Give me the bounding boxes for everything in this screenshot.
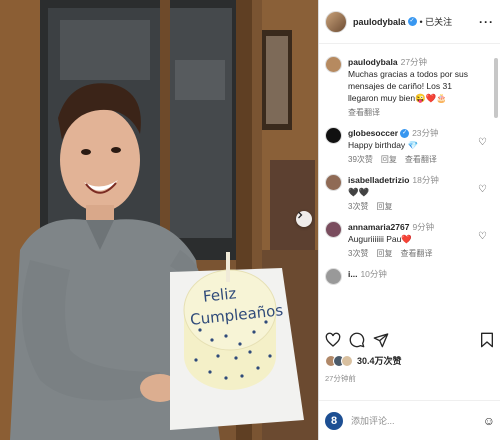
- comment-item: i... 10分钟: [325, 268, 487, 285]
- verified-badge-icon: ✓: [407, 17, 417, 26]
- comment-body: paulodybala 27分钟 Muchas gracias a todos po…: [348, 56, 487, 119]
- comment-text: Auguriiiiiii Pau❤️: [348, 234, 412, 244]
- post-photo: Feliz Cumpleaños: [0, 0, 318, 440]
- commenter-username[interactable]: isabelladetrizio: [348, 175, 409, 185]
- comment-meta-action[interactable]: 回复: [376, 249, 392, 258]
- author-username[interactable]: paulodybala: [353, 17, 406, 27]
- comment-like-heart-icon[interactable]: ♡: [478, 231, 487, 242]
- comment-bubble-icon[interactable]: [349, 332, 365, 348]
- commenter-avatar[interactable]: [325, 174, 342, 191]
- commenter-avatar[interactable]: [325, 268, 342, 285]
- next-photo-button[interactable]: [296, 211, 312, 227]
- comment-text: Happy birthday 💎: [348, 140, 419, 150]
- comment-body: i... 10分钟: [348, 268, 487, 285]
- verified-badge-icon: ✓: [400, 129, 410, 139]
- comment-item: paulodybala 27分钟 Muchas gracias a todos po…: [325, 56, 487, 119]
- comment-meta-action[interactable]: 3次赞: [348, 249, 368, 258]
- comment-body: globesoccer ✓ 23分钟 Happy birthday 💎 39次赞 回复 查看…: [348, 127, 487, 166]
- comment-meta-action[interactable]: 查看翻译: [348, 108, 380, 117]
- post-header: paulodybala ✓ • 已关注 ···: [319, 0, 500, 44]
- comment-time: 23分钟: [412, 128, 439, 138]
- liker-avatar: [341, 354, 353, 367]
- comment-body: isabelladetrizio 18分钟 🖤🖤 3次赞 回复: [348, 174, 487, 213]
- comment-meta: 3次赞 回复 查看翻译: [348, 248, 473, 260]
- comment-time: 10分钟: [360, 269, 387, 279]
- post-side-panel: paulodybala ✓ • 已关注 ··· paulodybala 27分钟 M…: [318, 0, 500, 440]
- cake-text-line1: Feliz: [202, 284, 238, 306]
- commenter-username[interactable]: i...: [348, 269, 357, 279]
- bookmark-icon[interactable]: [480, 332, 494, 348]
- commenter-avatar[interactable]: [325, 127, 342, 144]
- like-heart-icon[interactable]: [325, 332, 341, 348]
- action-bar: [325, 330, 494, 350]
- comment-item: globesoccer ✓ 23分钟 Happy birthday 💎 39次赞 回复 查看…: [325, 127, 487, 166]
- emoji-picker-icon[interactable]: ☺: [483, 414, 495, 428]
- comment-meta-action[interactable]: 回复: [381, 155, 397, 164]
- comment-item: isabelladetrizio 18分钟 🖤🖤 3次赞 回复 ♡: [325, 174, 487, 213]
- comment-meta: 39次赞 回复 查看翻译: [348, 154, 473, 166]
- comment-item: annamaria2767 9分钟 Auguriiiiiii Pau❤️ 3次赞 回复查…: [325, 221, 487, 260]
- share-send-icon[interactable]: [373, 332, 389, 348]
- chevron-right-icon: [298, 211, 303, 219]
- comment-meta: 查看翻译: [348, 107, 473, 119]
- comments-scrollbar[interactable]: [494, 48, 499, 320]
- post-time[interactable]: 27分钟前: [325, 373, 356, 384]
- comment-body: annamaria2767 9分钟 Auguriiiiiii Pau❤️ 3次赞 回复查…: [348, 221, 487, 260]
- likes-summary[interactable]: 30.4万次赞: [325, 354, 402, 367]
- comment-meta-action[interactable]: 回复: [376, 202, 392, 211]
- likes-count[interactable]: 30.4万次赞: [357, 354, 402, 367]
- comment-like-heart-icon[interactable]: ♡: [478, 137, 487, 148]
- commenter-username[interactable]: globesoccer: [348, 128, 398, 138]
- commenter-avatar[interactable]: [325, 56, 342, 73]
- follow-status[interactable]: • 已关注: [420, 15, 453, 28]
- comment-input[interactable]: [351, 415, 461, 426]
- comments-list: paulodybala 27分钟 Muchas gracias a todos po…: [319, 48, 493, 320]
- author-avatar[interactable]: [325, 10, 347, 33]
- comment-meta-action[interactable]: 39次赞: [348, 155, 373, 164]
- more-options-icon[interactable]: ···: [479, 15, 494, 29]
- comment-time: 27分钟: [400, 57, 428, 67]
- commenter-username[interactable]: paulodybala: [348, 57, 398, 67]
- photo-illustration: [0, 0, 318, 440]
- commenter-avatar[interactable]: [325, 221, 342, 238]
- current-user-avatar: 8: [325, 411, 343, 430]
- comment-meta-action[interactable]: 查看翻译: [400, 249, 432, 258]
- add-comment-bar: 8 ☺: [319, 400, 500, 440]
- comment-meta: 3次赞 回复: [348, 201, 473, 213]
- comment-meta-action[interactable]: 3次赞: [348, 202, 368, 211]
- comment-time: 18分钟: [412, 175, 439, 185]
- comment-time: 9分钟: [412, 222, 435, 232]
- comment-text: 🖤🖤: [348, 187, 370, 197]
- comment-text: Muchas gracias a todos por sus mensajes …: [348, 69, 469, 103]
- comment-like-heart-icon[interactable]: ♡: [478, 184, 487, 195]
- commenter-username[interactable]: annamaria2767: [348, 222, 409, 232]
- comment-meta-action[interactable]: 查看翻译: [405, 155, 437, 164]
